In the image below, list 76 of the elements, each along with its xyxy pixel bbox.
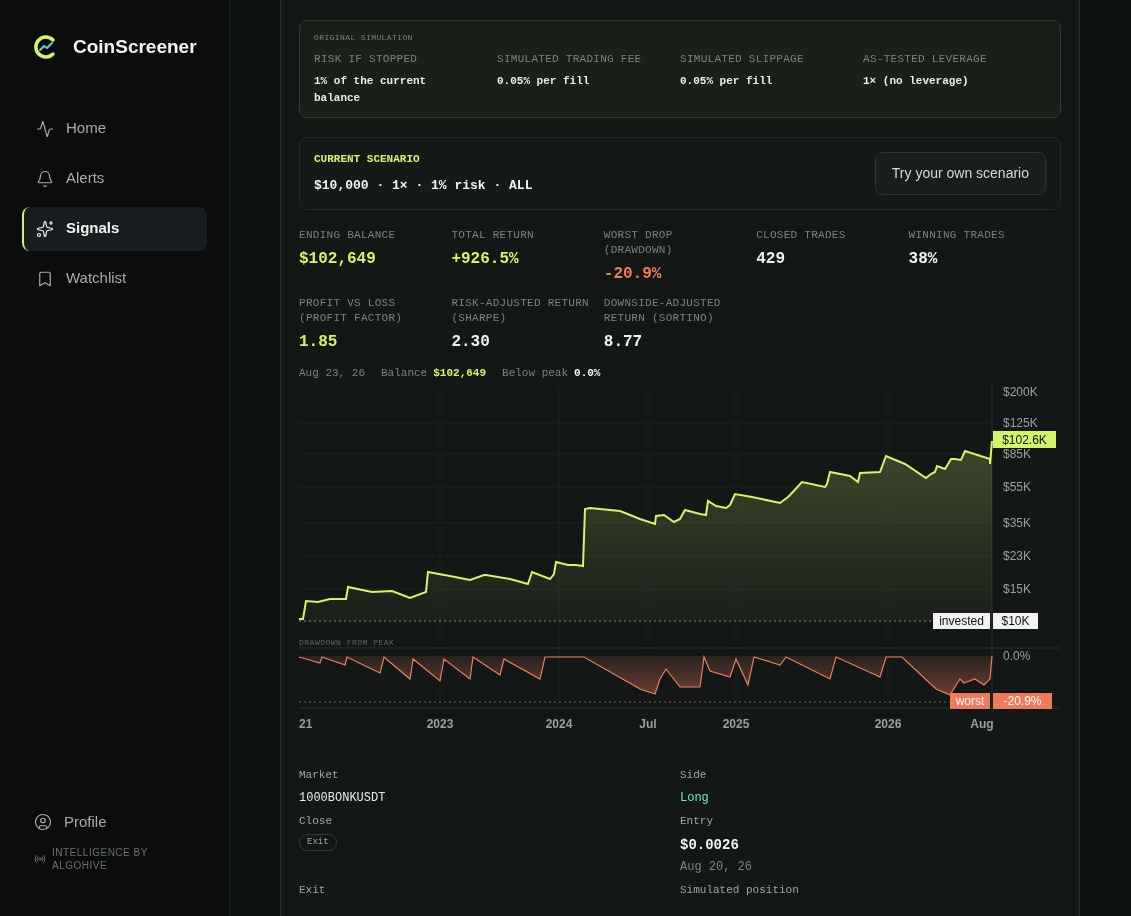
metric-label: WINNING TRADES <box>908 227 1006 243</box>
axis-tick-label: 2023 <box>426 716 454 731</box>
axis-tick-label: $15K <box>1003 581 1032 596</box>
readout-label: Balance <box>381 366 428 382</box>
nav-icon <box>36 269 54 288</box>
nav-icon <box>36 169 54 188</box>
axis-tick-label: 2025 <box>722 716 750 731</box>
axis-tick-label: Jul <box>639 716 657 731</box>
metric-label: DOWNSIDE-ADJUSTED RETURN (SORTINO) <box>603 295 722 326</box>
axis-tick-label: Aug <box>970 716 994 731</box>
metric-label: ENDING BALANCE <box>299 227 397 243</box>
field-label: SIMULATED SLIPPAGE <box>680 52 805 67</box>
detail-subtext: Aug 20, 26 <box>680 858 753 876</box>
credit-text: INTELLIGENCE BY ALGOHIVE <box>52 846 149 872</box>
detail-label: Market <box>299 767 340 783</box>
metric-label: WORST DROP (DRAWDOWN) <box>603 227 674 258</box>
readout-value: 0.0% <box>574 366 601 382</box>
current-value-badge: $102.6K <box>993 430 1056 448</box>
detail-value: Long <box>680 790 710 807</box>
detail-label: Simulated position <box>680 882 800 898</box>
nav-item[interactable]: Home <box>22 106 207 151</box>
axis-tick-label: 0.0% <box>1003 648 1031 663</box>
scenario-button[interactable]: Try your own scenario <box>874 151 1046 195</box>
axis-tick-label: $200K <box>1003 384 1038 399</box>
axis-tick-label: $35K <box>1003 515 1032 530</box>
axis-tick-label: $85K <box>1003 446 1032 461</box>
nav-icon <box>36 119 54 138</box>
metric-value: 429 <box>756 248 786 270</box>
nav-icon <box>36 219 54 238</box>
field-label: AS-TESTED LEVERAGE <box>863 52 988 67</box>
detail-label: Side <box>680 767 708 783</box>
field-value: 0.05% per fill <box>680 73 774 89</box>
broadcast-icon <box>34 853 46 865</box>
axis-tick-label: $125K <box>1003 415 1038 430</box>
nav-item[interactable]: Watchlist <box>22 256 207 301</box>
readout-date: Aug 23, 26 <box>299 366 365 382</box>
axis-tick-label: $55K <box>1003 479 1032 494</box>
detail-value: 1000BONKUSDT <box>299 790 387 807</box>
readout-label: Below peak <box>502 366 569 382</box>
detail-value: $0.0026 <box>680 835 740 855</box>
field-label: RISK IF STOPPED <box>314 52 419 67</box>
metric-label: RISK-ADJUSTED RETURN (SHARPE) <box>451 295 590 326</box>
metric-value: 38% <box>908 248 939 270</box>
worst-value-badge: -20.9% <box>993 692 1052 709</box>
metric-label: TOTAL RETURN <box>451 227 535 243</box>
metric-label: CLOSED TRADES <box>756 227 847 243</box>
field-value: 1× (no leverage) <box>863 73 970 89</box>
metric-value: +926.5% <box>451 248 520 270</box>
profile-link[interactable]: Profile <box>22 802 107 842</box>
metric-value: 2.30 <box>451 331 491 353</box>
metric-label: PROFIT VS LOSS (PROFIT FACTOR) <box>299 295 404 326</box>
card-title: CURRENT SCENARIO <box>314 152 421 167</box>
drawdown-title: DRAWDOWN FROM PEAK <box>299 637 395 647</box>
invested-value-badge: $10K <box>993 612 1038 629</box>
worst-badge: worst <box>950 692 990 709</box>
nav-item[interactable]: Alerts <box>22 156 207 201</box>
metric-value: $102,649 <box>299 248 377 270</box>
scenario-summary: $10,000 · 1× · 1% risk · ALL <box>314 176 533 195</box>
detail-label: Exit <box>299 882 327 898</box>
metric-value: 8.77 <box>603 331 644 353</box>
axis-tick-label: 2024 <box>545 716 573 731</box>
metric-value: 1.85 <box>299 331 339 353</box>
brand-name: CoinScreener <box>73 35 197 59</box>
card-title: ORIGINAL SIMULATION <box>314 32 414 44</box>
field-value: 1% of the current balance <box>314 73 428 106</box>
axis-tick-label: 2026 <box>874 716 902 731</box>
field-value: 0.05% per fill <box>497 73 591 89</box>
nav-item[interactable]: Signals <box>22 206 207 251</box>
axis-tick-label: 21 <box>299 716 313 731</box>
detail-label: Close <box>299 814 333 829</box>
profile-icon <box>34 813 52 831</box>
detail-label: Entry <box>680 814 714 829</box>
axis-tick-label: $23K <box>1003 548 1032 563</box>
field-label: SIMULATED TRADING FEE <box>497 52 643 67</box>
metric-value: -20.9% <box>603 263 663 285</box>
readout-value: $102,649 <box>433 366 487 382</box>
